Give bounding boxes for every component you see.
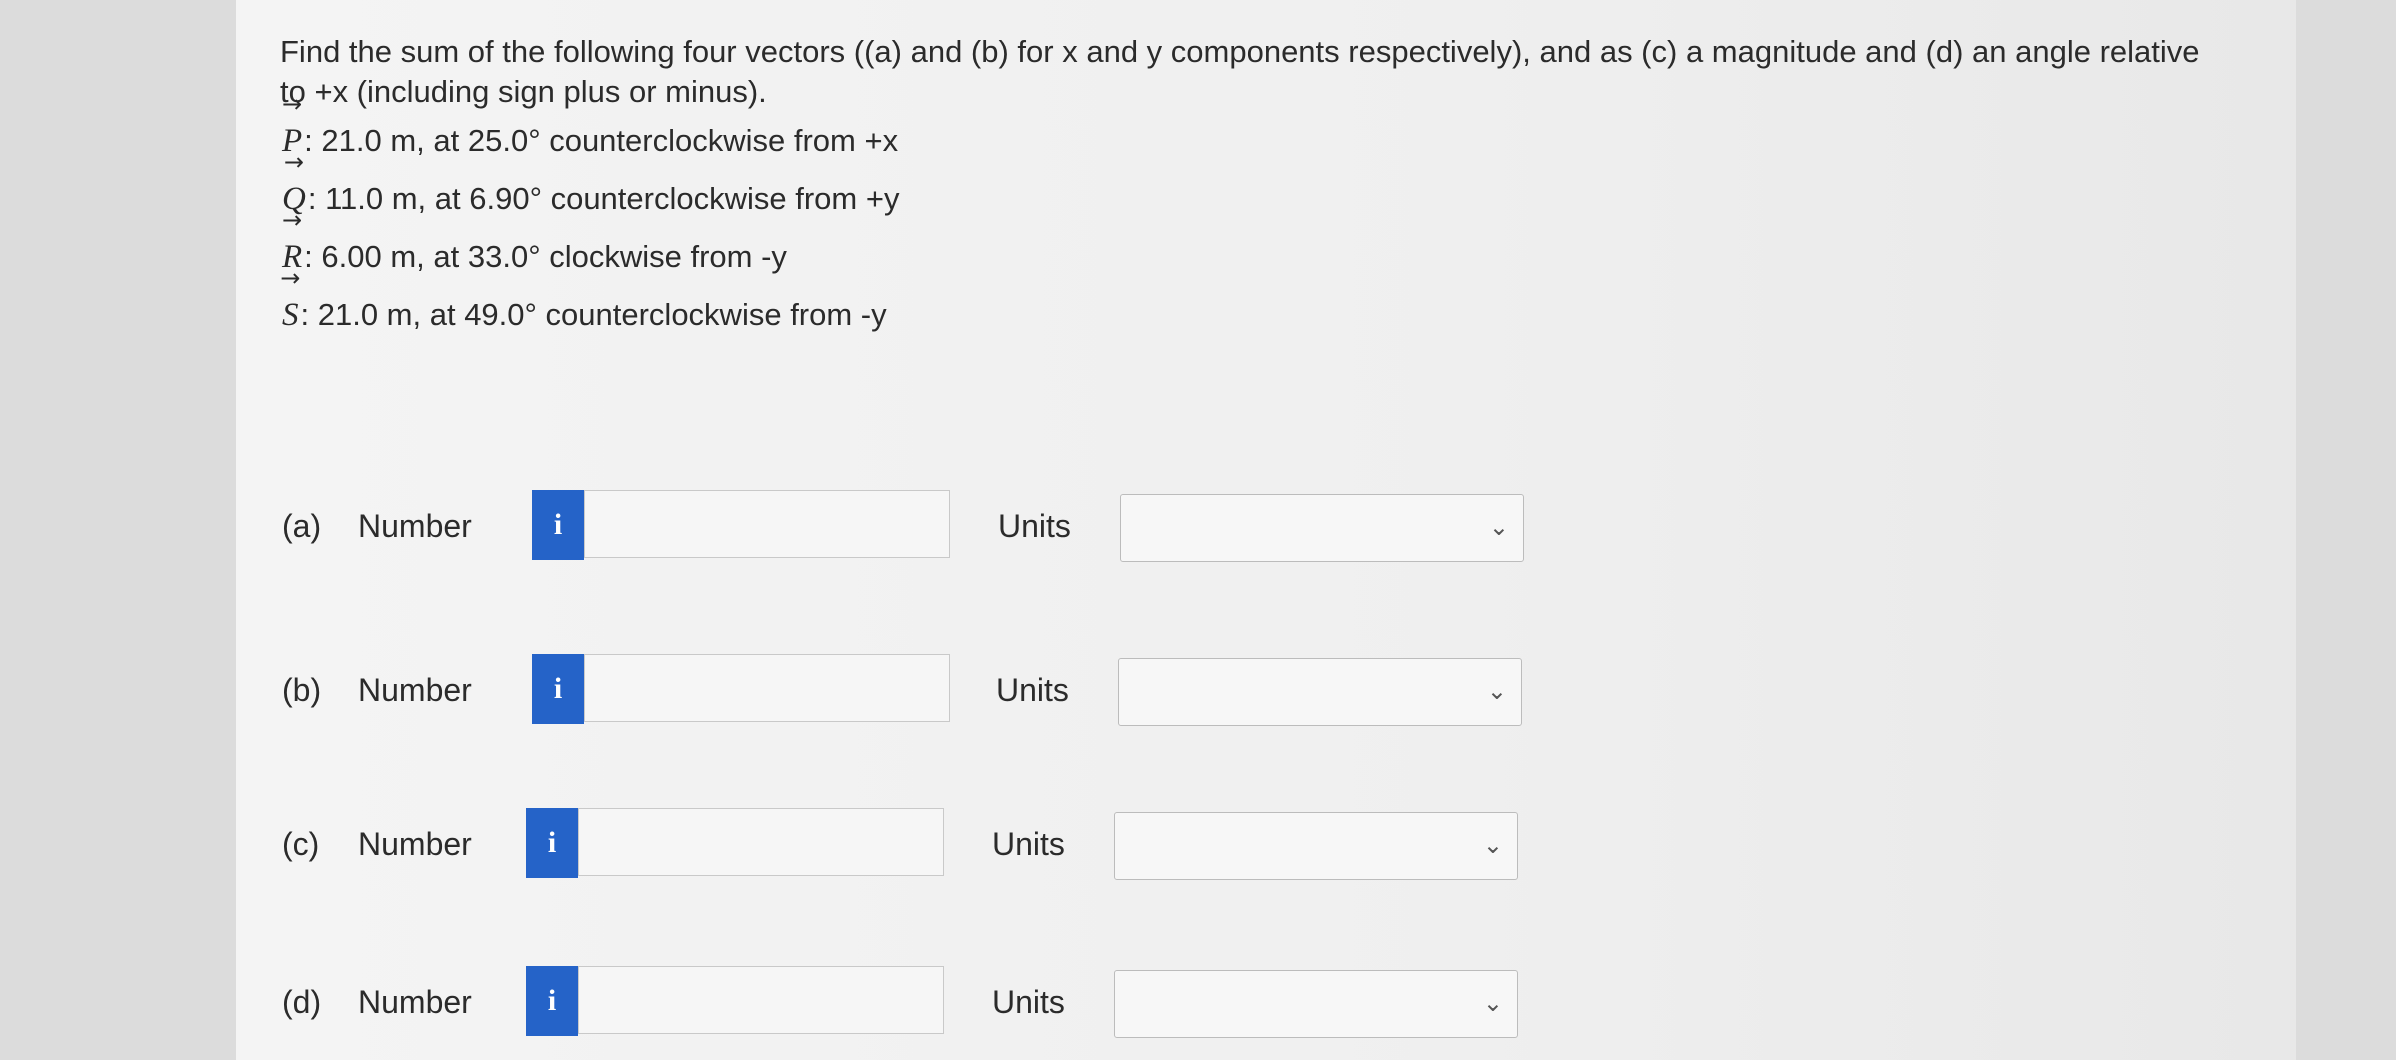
vector-s-description: : 21.0 m, at 49.0° counterclockwise from…: [300, 297, 887, 332]
units-select-d[interactable]: ⌄: [1114, 970, 1518, 1038]
part-label-b: (b) Number: [282, 672, 472, 708]
vector-s-line: → S: 21.0 m, at 49.0° counterclockwise fr…: [280, 264, 2220, 344]
question-text: Find the sum of the following four vecto…: [280, 32, 2220, 344]
units-label-b: Units: [996, 672, 1069, 708]
info-icon[interactable]: i: [526, 808, 578, 878]
info-icon[interactable]: i: [532, 654, 584, 724]
chevron-down-icon: ⌄: [1482, 989, 1503, 1017]
units-select-a[interactable]: ⌄: [1120, 494, 1524, 562]
units-label-c: Units: [992, 826, 1065, 862]
vector-p-line: → P: 21.0 m, at 25.0° counterclockwise fr…: [280, 92, 2220, 170]
info-icon[interactable]: i: [526, 966, 578, 1036]
units-label-d: Units: [992, 984, 1065, 1020]
part-label-d: (d) Number: [282, 984, 472, 1020]
number-input-a[interactable]: [584, 490, 950, 558]
vector-arrow-icon: →: [282, 206, 303, 234]
vector-arrow-icon: →: [283, 148, 304, 176]
units-select-b[interactable]: ⌄: [1118, 658, 1522, 726]
units-label-a: Units: [998, 508, 1071, 544]
part-label-c: (c) Number: [282, 826, 472, 862]
vector-arrow-icon: →: [282, 90, 303, 118]
vector-arrow-icon: →: [280, 264, 301, 292]
part-label-a: (a) Number: [282, 508, 472, 544]
question-prompt: Find the sum of the following four vecto…: [280, 34, 2200, 109]
units-select-c[interactable]: ⌄: [1114, 812, 1518, 880]
vector-s-symbol: → S: [280, 264, 301, 333]
number-input-b[interactable]: [584, 654, 950, 722]
chevron-down-icon: ⌄: [1488, 513, 1509, 541]
info-icon[interactable]: i: [532, 490, 584, 560]
chevron-down-icon: ⌄: [1482, 831, 1503, 859]
vector-q-description: : 11.0 m, at 6.90° counterclockwise from…: [307, 181, 900, 216]
vector-p-description: : 21.0 m, at 25.0° counterclockwise from…: [304, 123, 899, 158]
vector-r-description: : 6.00 m, at 33.0° clockwise from -y: [304, 239, 787, 274]
vector-q-line: → Q: 11.0 m, at 6.90° counterclockwise fr…: [280, 150, 2220, 228]
vector-r-line: → R: 6.00 m, at 33.0° clockwise from -y: [280, 208, 2220, 286]
number-input-d[interactable]: [578, 966, 944, 1034]
chevron-down-icon: ⌄: [1486, 677, 1507, 705]
number-input-c[interactable]: [578, 808, 944, 876]
